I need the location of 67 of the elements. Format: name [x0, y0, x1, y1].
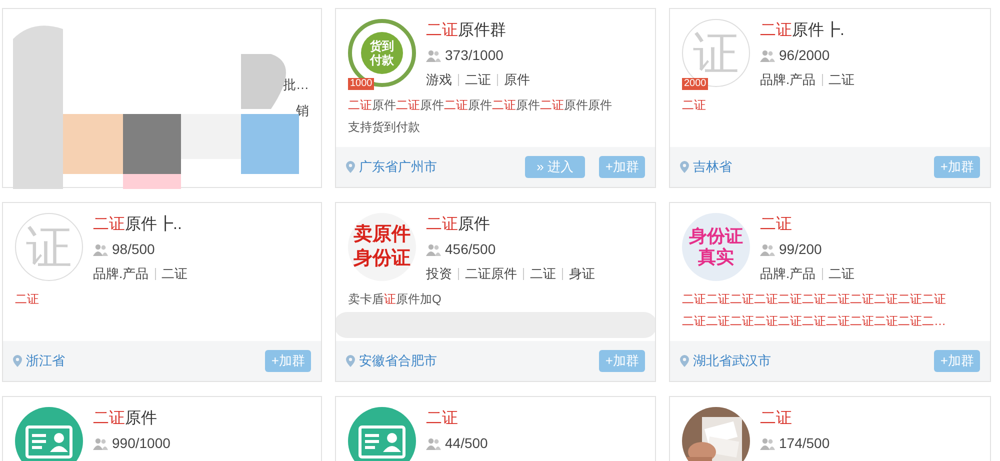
- member-count: 990/1000: [112, 434, 170, 453]
- join-group-button[interactable]: +加群: [599, 350, 645, 372]
- group-description: 二证: [682, 96, 707, 114]
- avatar-text: 货到付款: [368, 39, 395, 67]
- location-link[interactable]: 安徽省合肥市: [359, 351, 437, 371]
- group-description: 二证二证二证二证二证二证二证二证二证二证二…: [682, 312, 947, 330]
- members-icon: [426, 244, 441, 256]
- tag: 品牌.产品: [93, 264, 149, 284]
- location-pin-icon: [680, 355, 689, 367]
- members-icon: [426, 438, 441, 450]
- member-count: 44/500: [445, 434, 488, 453]
- location-pin-icon: [13, 355, 22, 367]
- tag: 品牌.产品: [760, 70, 816, 90]
- members-icon: [93, 244, 108, 256]
- location-pin-icon: [346, 355, 355, 367]
- member-count: 99/200: [779, 240, 822, 259]
- location-pin-icon: [680, 161, 689, 173]
- group-title[interactable]: 二证: [760, 409, 830, 429]
- join-group-button[interactable]: +加群: [934, 156, 980, 178]
- location-link[interactable]: 浙江省: [26, 351, 65, 371]
- tag: 二证: [530, 264, 556, 284]
- tag: 投资: [426, 264, 452, 284]
- count-badge: 2000: [682, 78, 708, 90]
- tag: 游戏: [426, 70, 452, 90]
- join-group-button[interactable]: +加群: [934, 350, 980, 372]
- tag: 二证原件: [465, 264, 517, 284]
- group-description: 二证原件二证原件二证原件二证原件二证原件原件: [348, 96, 613, 114]
- location-link[interactable]: 广东省广州市: [359, 157, 437, 177]
- member-count: 373/1000: [445, 46, 504, 65]
- group-title[interactable]: 二证原件: [426, 215, 595, 235]
- member-count: 98/500: [112, 240, 155, 259]
- count-badge: 1000: [348, 78, 374, 90]
- members-icon: [760, 50, 775, 62]
- tag: 品牌.产品: [760, 264, 816, 284]
- enter-button[interactable]: » 进入: [524, 156, 586, 178]
- tag: 二证: [828, 264, 855, 284]
- group-description: 二证二证二证二证二证二证二证二证二证二证二证: [682, 290, 947, 308]
- member-count: 96/2000: [779, 46, 830, 65]
- group-title[interactable]: 二证原件群: [426, 21, 530, 41]
- tag: 身证: [569, 264, 595, 284]
- members-icon: [760, 438, 775, 450]
- tag: 二证: [465, 70, 491, 90]
- member-count: 456/500: [445, 240, 496, 259]
- members-icon: [426, 50, 441, 62]
- group-title[interactable]: 二证: [760, 215, 855, 235]
- group-title[interactable]: 二证原件┣..: [93, 215, 188, 235]
- group-description: 卖卡盾证原件加Q: [348, 290, 442, 308]
- join-group-button[interactable]: +加群: [265, 350, 311, 372]
- group-title[interactable]: 二证: [426, 409, 488, 429]
- location-link[interactable]: 湖北省武汉市: [693, 351, 771, 371]
- group-title[interactable]: 二证原件┣.: [760, 21, 855, 41]
- group-title[interactable]: 二证原件: [93, 409, 170, 429]
- members-icon: [760, 244, 775, 256]
- tag: 二证: [828, 70, 855, 90]
- member-count: 174/500: [779, 434, 830, 453]
- group-description: 二证: [15, 290, 40, 308]
- location-link[interactable]: 吉林省: [693, 157, 732, 177]
- members-icon: [93, 438, 108, 450]
- text-fragment: 销: [296, 102, 309, 120]
- tag: 二证: [162, 264, 188, 284]
- tag: 原件: [504, 70, 530, 90]
- avatar-text: 身份证真实: [688, 226, 744, 268]
- group-description: 支持货到付款: [348, 118, 421, 136]
- text-fragment: 批…: [283, 76, 309, 94]
- avatar-text: 卖原件身份证: [352, 223, 412, 271]
- location-pin-icon: [346, 161, 355, 173]
- join-group-button[interactable]: +加群: [599, 156, 645, 178]
